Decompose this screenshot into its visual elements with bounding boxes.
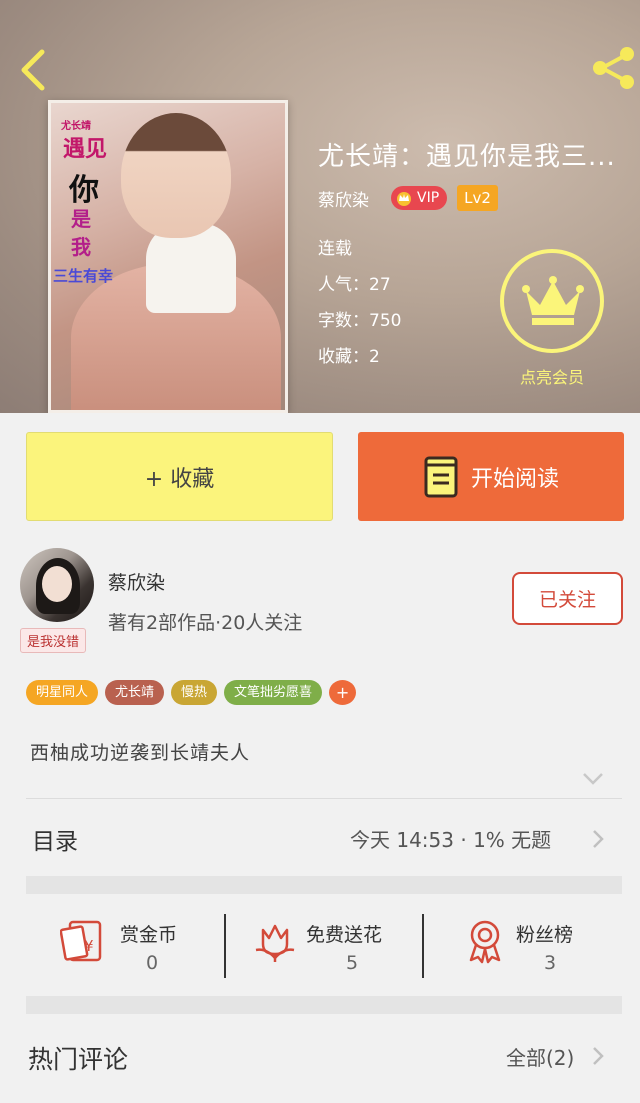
crown-icon — [522, 276, 584, 325]
flower-icon — [255, 924, 295, 962]
cover-image: 尤长靖 遇见 你 是 我 三生有幸 — [51, 103, 285, 410]
cover-text-6: 三生有幸 — [53, 267, 114, 285]
book-title: 尤长靖：遇见你是我三... — [318, 142, 616, 172]
tag-3[interactable]: 文笔拙劣愿喜 — [224, 680, 323, 705]
cover-text-4: 是 — [71, 207, 91, 231]
collect-button[interactable]: + 收藏 — [26, 432, 333, 521]
book-header: 尤长靖 遇见 你 是 我 三生有幸 尤长靖：遇见你是我三... 蔡欣染 VIP … — [0, 0, 640, 413]
free-flower-item[interactable]: 免费送花 5 — [250, 914, 410, 978]
toc-latest-chapter[interactable]: 今天 14:53 · 1% 无题 — [350, 824, 551, 853]
toc-label[interactable]: 目录 — [32, 822, 78, 856]
reward-coins-label: 赏金币 — [120, 924, 178, 946]
hot-comments-title: 热门评论 — [28, 1045, 129, 1074]
red-envelope-icon: ¥ — [60, 920, 102, 962]
book-status: 连载 — [318, 239, 352, 259]
fan-ranking-item[interactable]: 粉丝榜 3 — [460, 914, 620, 978]
cover-text-2: 遇见 — [63, 136, 108, 162]
book-detail-page: 尤长靖 遇见 你 是 我 三生有幸 尤长靖：遇见你是我三... 蔡欣染 VIP … — [0, 0, 640, 1103]
free-flower-value: 5 — [346, 952, 359, 974]
avatar-tag: 是我没错 — [20, 628, 87, 653]
chevron-right-icon[interactable] — [592, 1046, 604, 1066]
book-popularity: 人气：27 — [318, 275, 391, 295]
book-favorites: 收藏：2 — [318, 347, 380, 367]
stat-separator — [422, 914, 424, 978]
book-intro: 西柚成功逆袭到长靖夫人 — [30, 742, 251, 764]
tag-1[interactable]: 尤长靖 — [105, 680, 165, 705]
author-name[interactable]: 蔡欣染 — [318, 186, 369, 211]
back-button[interactable] — [14, 48, 54, 92]
creator-stats: 著有2部作品·20人关注 — [108, 612, 303, 634]
tag-0[interactable]: 明星同人 — [26, 680, 99, 705]
section-spacer — [26, 996, 622, 1014]
tag-2[interactable]: 慢热 — [171, 680, 218, 705]
avatar-face — [42, 566, 72, 602]
reward-coins-item[interactable]: ¥ 赏金币 0 — [60, 914, 220, 978]
share-button[interactable] — [590, 46, 636, 90]
start-reading-label: 开始阅读 — [470, 466, 559, 492]
cover-text-5: 我 — [71, 235, 91, 259]
book-cover[interactable]: 尤长靖 遇见 你 是 我 三生有幸 — [48, 100, 288, 413]
divider — [26, 798, 622, 799]
chevron-right-icon[interactable] — [592, 829, 604, 849]
fan-ranking-value: 3 — [544, 952, 557, 974]
reward-coins-value: 0 — [146, 952, 159, 974]
book-word-count: 字数：750 — [318, 311, 402, 331]
author-row: 蔡欣染 VIP Lv2 — [318, 184, 498, 212]
vip-badge: VIP — [391, 186, 448, 210]
medal-icon — [469, 920, 501, 964]
add-tag-button[interactable]: + — [329, 680, 357, 705]
section-spacer — [26, 876, 622, 894]
level-badge: Lv2 — [457, 185, 498, 211]
vip-crown-icon — [397, 192, 411, 206]
follow-button[interactable]: 已关注 — [512, 572, 623, 625]
member-label[interactable]: 点亮会员 — [500, 364, 604, 388]
share-icon — [593, 47, 634, 89]
vip-label: VIP — [417, 190, 440, 206]
stat-separator — [224, 914, 226, 978]
creator-avatar[interactable] — [20, 548, 94, 622]
start-reading-button[interactable]: 开始阅读 — [358, 432, 624, 521]
back-arrow-icon — [21, 49, 45, 91]
cover-figure-face — [121, 113, 231, 238]
book-icon — [424, 456, 458, 497]
fan-ranking-label: 粉丝榜 — [516, 924, 574, 946]
chevron-down-icon[interactable] — [582, 772, 604, 786]
tag-list: 明星同人 尤长靖 慢热 文笔拙劣愿喜 + — [26, 680, 357, 705]
cover-text-1: 尤长靖 — [61, 121, 91, 132]
member-button[interactable] — [500, 249, 604, 353]
all-comments-link[interactable]: 全部(2) — [506, 1042, 574, 1071]
creator-name[interactable]: 蔡欣染 — [108, 568, 165, 595]
svg-text:¥: ¥ — [84, 937, 94, 955]
free-flower-label: 免费送花 — [306, 924, 383, 946]
